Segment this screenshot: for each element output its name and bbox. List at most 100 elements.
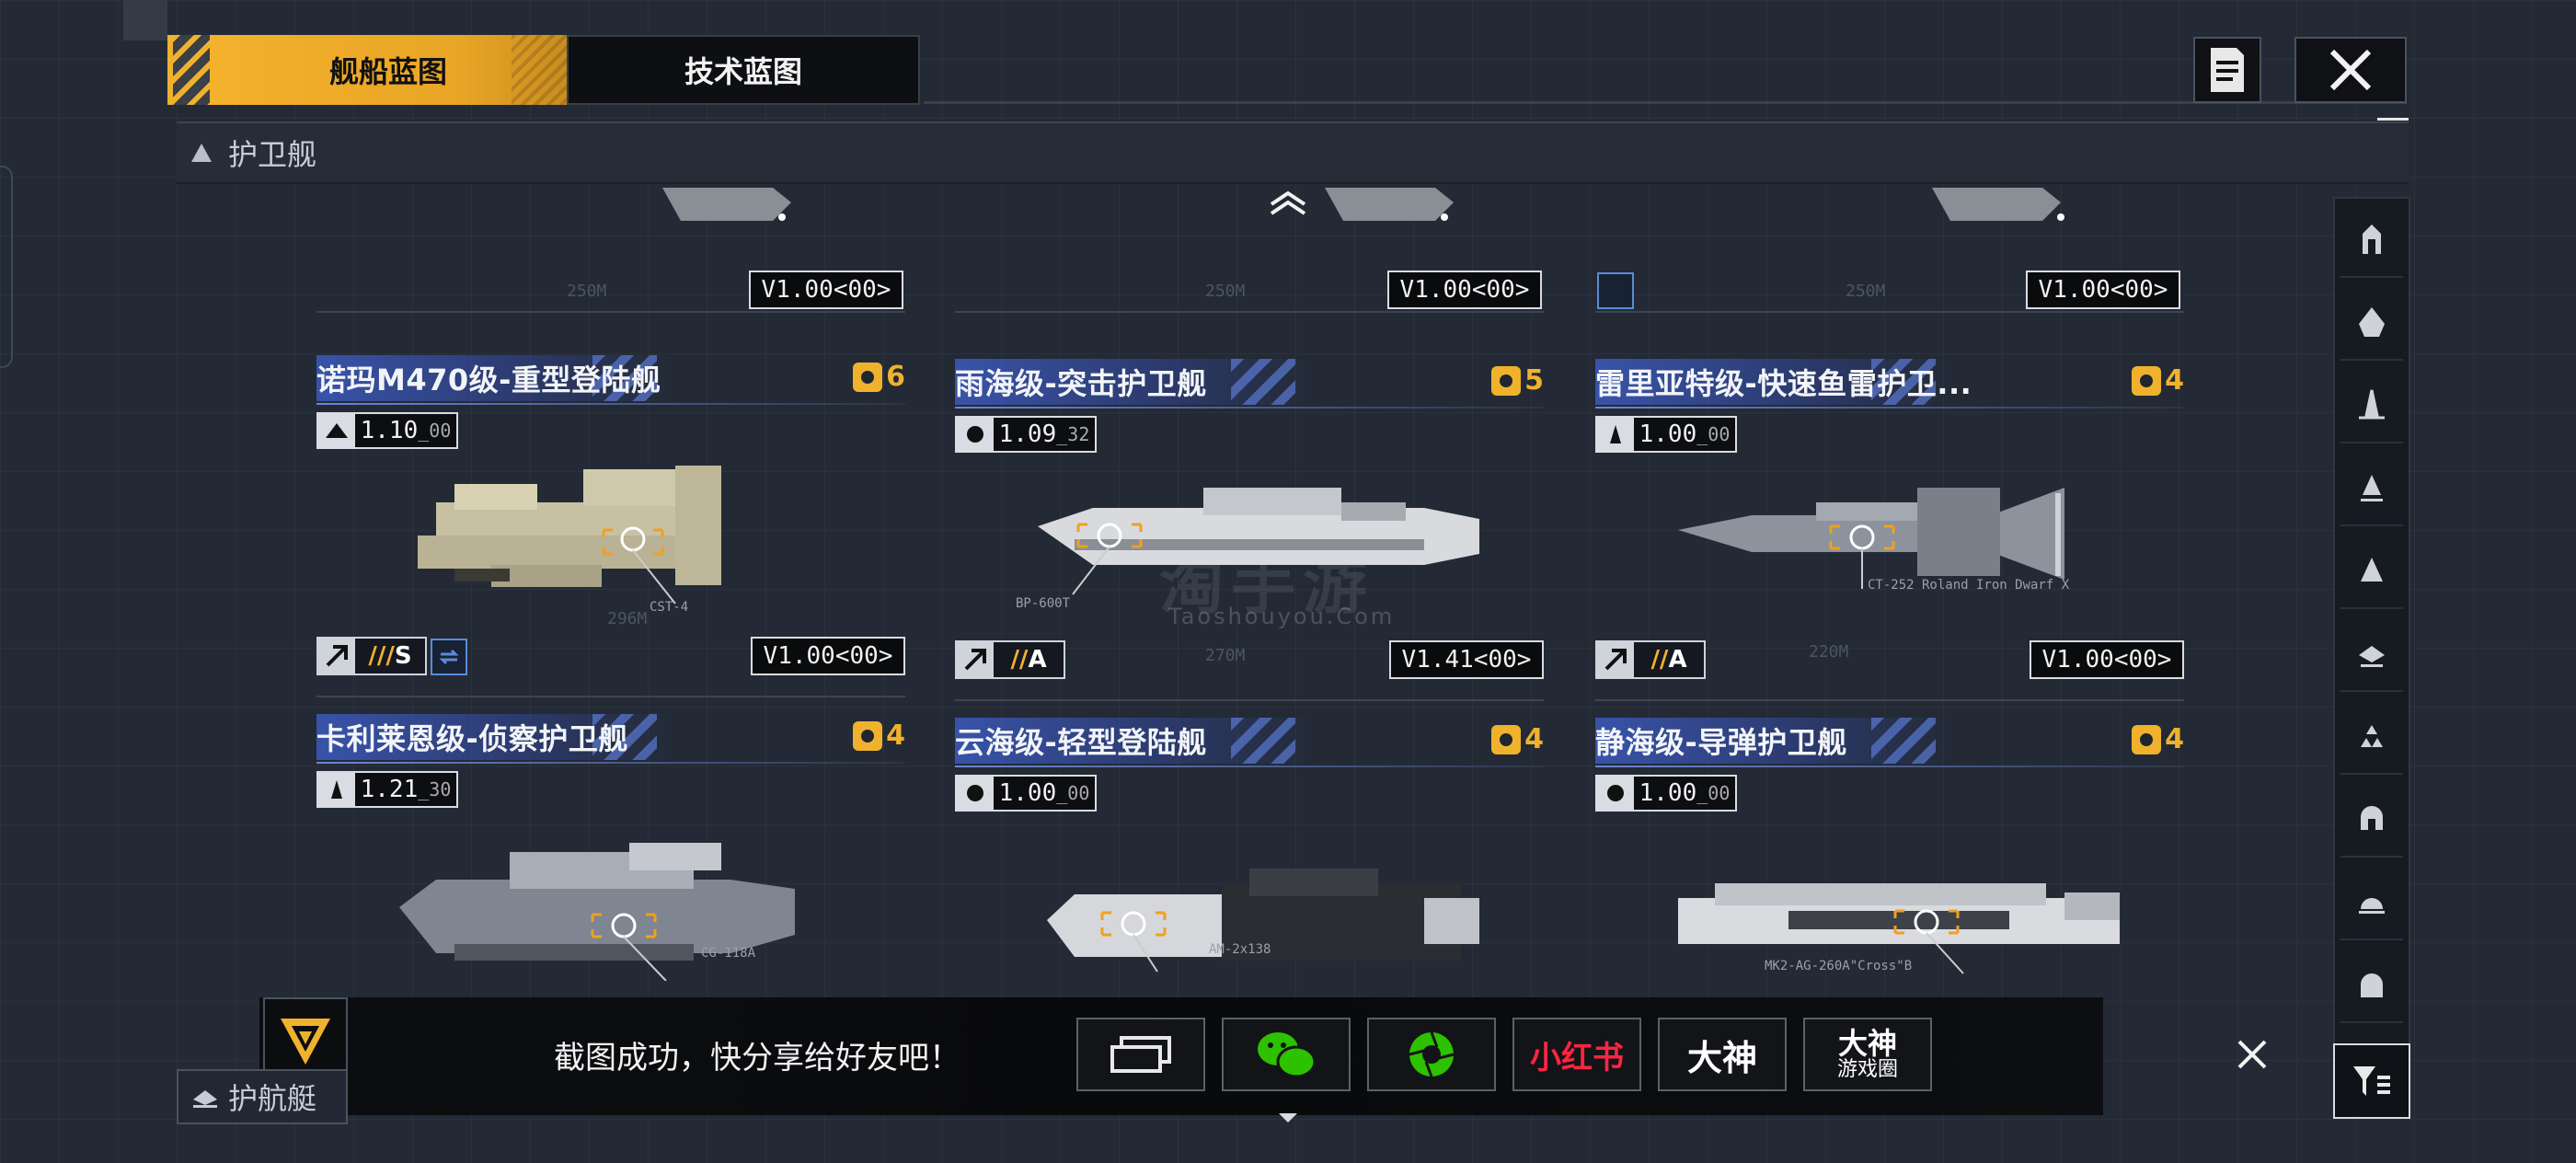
previous-swap-icon[interactable] (1597, 272, 1634, 309)
card-divider (316, 696, 905, 697)
document-icon (2211, 48, 2244, 92)
filter-carrier[interactable] (2340, 202, 2403, 278)
tab-tech-blueprint-label: 技术蓝图 (684, 54, 802, 89)
previous-length-3: 250M (1846, 282, 1886, 301)
ship-cost-value: 5 (1524, 364, 1544, 397)
tab-tech-blueprint[interactable]: 技术蓝图 (567, 35, 920, 105)
share-moments-button[interactable] (1367, 1018, 1496, 1091)
carrier-icon (2363, 225, 2381, 254)
command-cost-icon (853, 720, 883, 751)
title-underline (1595, 407, 2184, 409)
top-divider (924, 101, 2407, 104)
ship-card-title-4: 卡利莱恩级-侦察护卫舰 (316, 714, 905, 760)
ship-weapon-label: AM-2x138 (1209, 942, 1271, 957)
swap-icon[interactable] (431, 639, 467, 675)
ship-version: 1.21 (360, 776, 419, 803)
grade-prefix: /// (368, 642, 395, 670)
screenshot-icon (1110, 1036, 1171, 1073)
previous-version-2[interactable]: V1.00<00> (1387, 271, 1542, 309)
close-button[interactable] (2294, 37, 2407, 103)
filter-destroyer[interactable] (2340, 451, 2403, 526)
filter-cruiser[interactable] (2340, 368, 2403, 443)
ship-version-sub: 00 (1708, 423, 1731, 445)
filter-frigate[interactable] (2340, 534, 2403, 609)
ship-weapon-label: BP-600T (1016, 596, 1071, 611)
filter-auxiliary[interactable] (2340, 865, 2403, 940)
ship-card-title-3: 雷里亚特级-快速鱼雷护卫... (1595, 359, 2184, 405)
ship-version-chip: 1.09 _ 32 (955, 416, 1097, 453)
previous-version-1[interactable]: V1.00<00> (749, 271, 903, 309)
ship-cost: 4 (853, 720, 905, 752)
ship-version-sub: 30 (429, 778, 452, 800)
ship-type-icon (957, 418, 994, 451)
ship-image-3 (1678, 488, 2064, 589)
tab-ship-blueprint[interactable]: 舰船蓝图 (210, 35, 567, 105)
share-screenshot-button[interactable] (1076, 1018, 1205, 1091)
ship-cost-value: 4 (2165, 723, 2184, 755)
auxiliary-icon (2359, 898, 2385, 914)
ship-cost-value: 6 (886, 361, 905, 393)
blueprint-version[interactable]: V1.41<00> (1389, 640, 1544, 679)
dashen-circle-subtitle: 游戏圈 (1836, 1058, 1898, 1082)
ship-cost: 4 (2132, 723, 2184, 755)
ship-card-2[interactable]: 雨海级-突击护卫舰 5 1.09 _ 32 270M BP-600T //A V1.… (955, 359, 1544, 701)
title-underline (955, 407, 1544, 409)
previous-ship-2 (1325, 188, 1454, 221)
escort-label: 护航艇 (228, 1081, 317, 1116)
scroll-down-caret-icon[interactable] (1279, 1113, 1297, 1123)
filter-support[interactable] (2340, 782, 2403, 858)
ship-type-icon (1597, 777, 1634, 810)
blueprint-version[interactable]: V1.00<00> (751, 637, 905, 675)
ship-length: 296M (607, 609, 648, 628)
ship-type-icon (1597, 418, 1634, 451)
ship-version: 1.09 (998, 420, 1057, 448)
ship-version-chip: 1.21 _ 30 (316, 771, 458, 808)
command-cost-icon (1491, 724, 1522, 754)
filter-menu-button[interactable] (2333, 1043, 2410, 1119)
ship-cost-value: 4 (886, 720, 905, 752)
ship-card-title-5: 云海级-轻型登陆舰 (955, 718, 1544, 764)
ship-card-title-2: 雨海级-突击护卫舰 (955, 359, 1544, 405)
section-header-frigate[interactable]: 护卫舰 (177, 121, 2409, 184)
ship-type-icon (957, 777, 994, 810)
ship-version: 1.10 (360, 417, 419, 444)
share-dashen-button[interactable]: 大神 (1658, 1018, 1787, 1091)
section-tab-escort[interactable]: 护航艇 (177, 1069, 348, 1124)
ship-footer-3: //A V1.00<00> (1595, 640, 2184, 681)
section-title: 护卫舰 (228, 137, 317, 172)
share-dashen-circle-button[interactable]: 大神 游戏圈 (1803, 1018, 1932, 1091)
ship-grade: ///S (316, 637, 427, 675)
ship-cost: 4 (1491, 723, 1544, 755)
command-cost-icon (2132, 724, 2162, 754)
dashen-label: 大神 (1686, 1037, 1757, 1078)
command-cost-icon (2132, 365, 2162, 396)
document-button[interactable] (2193, 37, 2261, 103)
share-wechat-button[interactable] (1222, 1018, 1351, 1091)
filter-fighter[interactable] (2340, 699, 2403, 775)
filter-battleship[interactable] (2340, 285, 2403, 361)
cruiser-icon (2359, 389, 2385, 420)
destroyer-icon (2361, 475, 2383, 501)
ship-card-3[interactable]: 雷里亚特级-快速鱼雷护卫... 4 1.00 _ 00 220M CT-252 Ro… (1595, 359, 2184, 701)
scroll-up-chevron-icon[interactable] (1268, 188, 1308, 215)
collapse-triangle-icon (191, 144, 212, 162)
filter-corvette[interactable] (2340, 616, 2403, 692)
previous-length-1: 250M (567, 282, 607, 301)
ship-role-icon (318, 639, 355, 674)
ship-card-1[interactable]: 诺玛M470级-重型登陆舰 6 1.10 _ 00 296M CST-4 ///S … (316, 355, 905, 697)
ship-card-4[interactable]: 卡利莱恩级-侦察护卫舰 4 1.21 _ 30 CG-118A (316, 714, 905, 1045)
previous-rule-2 (955, 311, 1544, 313)
filter-station[interactable] (2340, 948, 2403, 1023)
blueprint-version[interactable]: V1.00<00> (2030, 640, 2184, 679)
share-xiaohongshu-button[interactable]: 小红书 (1512, 1018, 1641, 1091)
corvette-icon (2359, 646, 2385, 667)
left-edge-tab[interactable] (0, 166, 13, 368)
ship-role-icon (957, 642, 994, 677)
xiaohongshu-label: 小红书 (1530, 1039, 1624, 1077)
emblem-icon (281, 1019, 330, 1065)
toast-close-button[interactable] (2225, 1027, 2280, 1082)
card-divider (1595, 699, 2184, 701)
ship-card-title-6: 静海级-导弹护卫舰 (1595, 718, 2184, 764)
previous-version-3[interactable]: V1.00<00> (2026, 271, 2180, 309)
previous-ship-1 (662, 188, 791, 221)
